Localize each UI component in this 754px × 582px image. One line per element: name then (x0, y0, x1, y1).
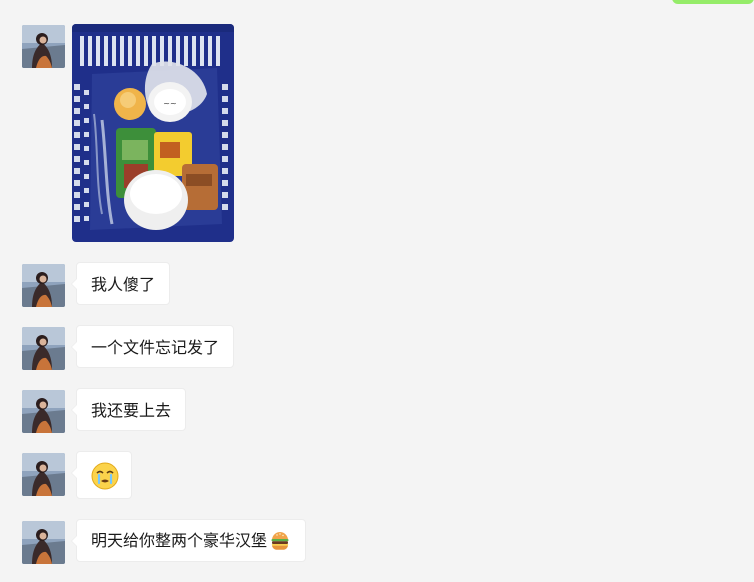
message-bubble[interactable] (71, 451, 132, 499)
avatar[interactable] (22, 453, 65, 496)
crying-face-emoji (91, 462, 119, 490)
outgoing-message-bubble-partial[interactable] (672, 0, 754, 4)
message-bubble[interactable]: 一个文件忘记发了 (70, 325, 235, 368)
svg-text:~~: ~~ (163, 99, 176, 108)
message-bubble[interactable]: 我人傻了 (70, 262, 171, 305)
chat-message-list[interactable]: ~~ 我人傻了 一个文件忘记发了 我还要上去 明天给你整两个豪华汉堡 (0, 0, 754, 582)
avatar[interactable] (22, 25, 65, 68)
avatar[interactable] (22, 264, 65, 307)
message-bubble[interactable]: 我还要上去 (70, 388, 187, 431)
shopping-basket-photo[interactable]: ~~ (72, 24, 234, 242)
hamburger-emoji (271, 531, 289, 550)
avatar[interactable] (22, 390, 65, 433)
avatar[interactable] (22, 521, 65, 564)
message-bubble[interactable]: 明天给你整两个豪华汉堡 (70, 519, 307, 562)
avatar[interactable] (22, 327, 65, 370)
message-text-label: 明天给你整两个豪华汉堡 (91, 531, 268, 550)
